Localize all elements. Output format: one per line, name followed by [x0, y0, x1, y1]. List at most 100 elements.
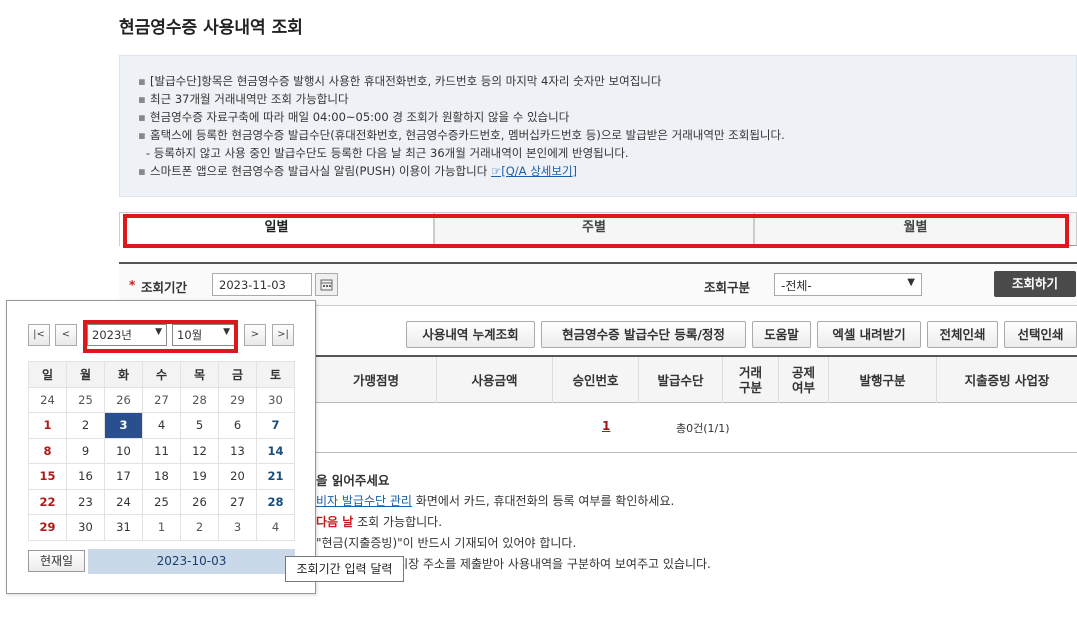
calendar-day[interactable]: 10	[104, 437, 143, 464]
calendar-day[interactable]: 24	[104, 488, 143, 515]
calendar-day[interactable]: 30	[256, 386, 295, 413]
calendar-day[interactable]: 25	[142, 488, 181, 515]
calendar-day[interactable]: 3	[218, 514, 257, 541]
guide-line: "현금(지출증빙)"이 반드시 기재되어 있어야 합니다.	[316, 536, 577, 550]
week-row: 22 23 24 25 26 27 28	[28, 488, 295, 515]
calendar-day[interactable]: 14	[256, 437, 295, 464]
calendar-day[interactable]: 2	[66, 412, 105, 439]
calendar-day[interactable]: 8	[28, 437, 67, 464]
calendar-day[interactable]: 26	[180, 488, 219, 515]
weekday-label: 월	[66, 361, 105, 388]
weekday-label: 수	[142, 361, 181, 388]
chevron-down-icon: ▼	[155, 327, 162, 337]
calendar-day[interactable]: 29	[28, 514, 67, 541]
page-title: 현금영수증 사용내역 조회	[119, 18, 303, 38]
calendar-day[interactable]: 28	[256, 488, 295, 515]
weekday-label: 목	[180, 361, 219, 388]
register-means-button[interactable]: 현금영수증 발급수단 등록/정정	[541, 321, 746, 348]
col-means: 발급수단	[638, 357, 722, 403]
calendar-day[interactable]: 17	[104, 463, 143, 490]
month-select[interactable]: 10월 ▼	[172, 324, 235, 346]
notice-box: ▪ [발급수단]항목은 현금영수증 발행시 사용한 휴대전화번호, 카드번호 등의…	[119, 55, 1077, 197]
calendar-day[interactable]: 1	[28, 412, 67, 439]
first-year-icon[interactable]: |<	[28, 324, 50, 346]
calendar-day[interactable]: 23	[66, 488, 105, 515]
col-business: 지출증빙 사업장	[936, 357, 1077, 403]
print-all-button[interactable]: 전체인쇄	[927, 321, 998, 348]
col-trade-type: 거래 구분	[722, 357, 778, 403]
calendar-day[interactable]: 13	[218, 437, 257, 464]
calendar-day[interactable]: 1	[142, 514, 181, 541]
tab-weekly[interactable]: 주별	[434, 212, 754, 246]
today-button[interactable]: 현재일	[28, 550, 85, 572]
calendar-day[interactable]: 22	[28, 488, 67, 515]
tab-monthly[interactable]: 월별	[754, 212, 1077, 246]
weekday-label: 금	[218, 361, 257, 388]
prev-month-icon[interactable]: <	[55, 324, 77, 346]
calendar-day[interactable]: 6	[218, 412, 257, 439]
calendar-day[interactable]: 31	[104, 514, 143, 541]
calendar-day[interactable]: 30	[66, 514, 105, 541]
total-count: 총0건(1/1)	[676, 422, 730, 435]
calendar-icon[interactable]	[315, 273, 338, 296]
next-month-icon[interactable]: >	[244, 324, 266, 346]
notice-line: - 등록하지 않고 사용 중인 발급수단도 등록한 다음 날 최근 36개월 거…	[146, 146, 629, 160]
week-row: 15 16 17 18 19 20 21	[28, 463, 295, 490]
calendar-day[interactable]: 12	[180, 437, 219, 464]
table-header: 가맹점명 사용금액 승인번호 발급수단 거래 구분 공제 여부 발행구분 지출증…	[316, 355, 1077, 403]
calendar-tooltip: 조회기간 입력 달력	[285, 556, 404, 582]
col-amount: 사용금액	[436, 357, 552, 403]
calendar-day[interactable]: 19	[180, 463, 219, 490]
qa-detail-link[interactable]: ☞[Q/A 상세보기]	[491, 164, 577, 178]
calendar-day-selected[interactable]: 3	[104, 412, 143, 439]
notice-line: ▪ 홈택스에 등록한 현금영수증 발급수단(휴대전화번호, 현금영수증카드번호, …	[138, 128, 785, 142]
period-label: 조회기간	[141, 280, 188, 295]
calendar-day[interactable]: 20	[218, 463, 257, 490]
pagination-row: 1 총0건(1/1)	[316, 403, 1077, 453]
calendar-day[interactable]: 15	[28, 463, 67, 490]
calendar-day[interactable]: 18	[142, 463, 181, 490]
calendar-day[interactable]: 27	[142, 386, 181, 413]
calendar-day[interactable]: 27	[218, 488, 257, 515]
search-button[interactable]: 조회하기	[994, 271, 1076, 297]
print-selected-button[interactable]: 선택인쇄	[1004, 321, 1077, 348]
week-row: 29 30 31 1 2 3 4	[28, 514, 295, 541]
today-date-display: 2023-10-03	[88, 549, 295, 574]
calendar-day[interactable]: 2	[180, 514, 219, 541]
calendar-day[interactable]: 5	[180, 412, 219, 439]
kind-select[interactable]: -전체- ▼	[774, 273, 922, 296]
year-select[interactable]: 2023년 ▼	[87, 324, 167, 346]
guide-line: 비자 발급수단 관리 화면에서 카드, 휴대전화의 등록 여부를 확인하세요.	[316, 494, 675, 508]
col-issue-type: 발행구분	[828, 357, 936, 403]
col-merchant: 가맹점명	[352, 372, 399, 388]
notice-line: ▪ [발급수단]항목은 현금영수증 발행시 사용한 휴대전화번호, 카드번호 등의…	[138, 74, 662, 88]
guide-line: 다음 날 조회 가능합니다.	[316, 515, 443, 529]
calendar-day[interactable]: 21	[256, 463, 295, 490]
calendar-day[interactable]: 4	[142, 412, 181, 439]
calendar-day[interactable]: 4	[256, 514, 295, 541]
help-button[interactable]: 도움말	[752, 321, 811, 348]
calendar-day[interactable]: 25	[66, 386, 105, 413]
calendar-day[interactable]: 24	[28, 386, 67, 413]
notice-line: ▪ 최근 37개월 거래내역만 조회 가능합니다	[138, 92, 349, 106]
means-manage-link[interactable]: 비자 발급수단 관리	[316, 494, 412, 508]
guide-title: 을 읽어주세요	[316, 473, 390, 488]
calendar-day[interactable]: 29	[218, 386, 257, 413]
calendar-day[interactable]: 28	[180, 386, 219, 413]
weekday-label: 화	[104, 361, 143, 388]
calendar-day[interactable]: 16	[66, 463, 105, 490]
start-date-input[interactable]: 2023-11-03	[212, 273, 312, 296]
calendar-day[interactable]: 7	[256, 412, 295, 439]
calendar-day[interactable]: 26	[104, 386, 143, 413]
required-mark: *	[129, 278, 136, 292]
calendar-popup: |< < 2023년 ▼ 10월 ▼ > >| 일 월 화 수 목 금 토 24 2…	[6, 300, 316, 594]
calendar-day[interactable]: 9	[66, 437, 105, 464]
cumulative-query-button[interactable]: 사용내역 누계조회	[406, 321, 535, 348]
chevron-down-icon: ▼	[223, 327, 230, 337]
page-link[interactable]: 1	[602, 419, 610, 433]
excel-download-button[interactable]: 엑셀 내려받기	[817, 321, 921, 348]
kind-label: 조회구분	[704, 280, 751, 295]
last-year-icon[interactable]: >|	[272, 324, 294, 346]
tab-daily[interactable]: 일별	[119, 212, 434, 246]
calendar-day[interactable]: 11	[142, 437, 181, 464]
